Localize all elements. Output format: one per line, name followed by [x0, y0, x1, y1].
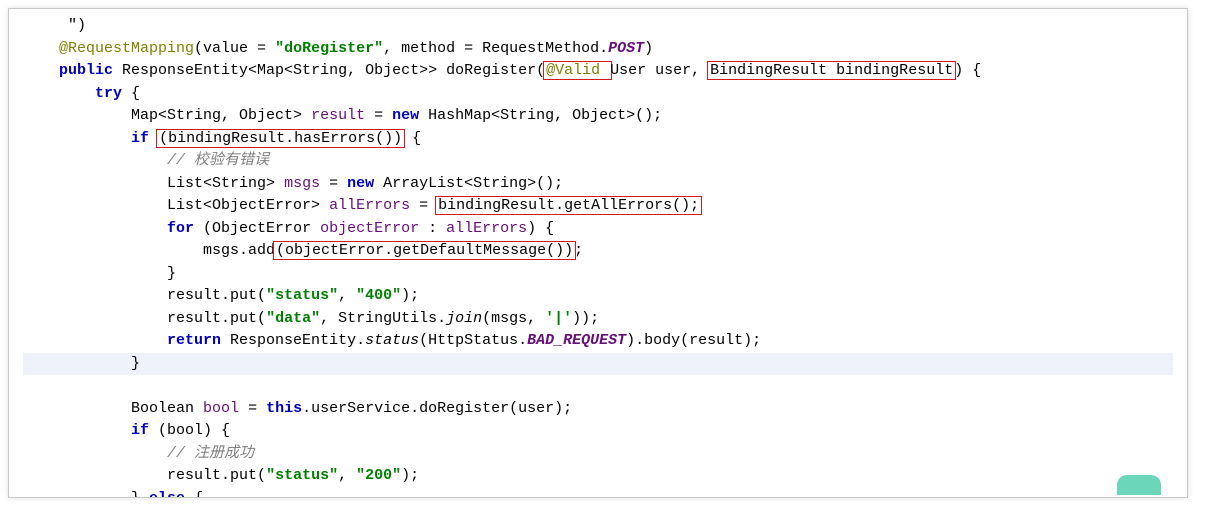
code-line: Boolean bool = this.userService.doRegist… — [23, 398, 1173, 421]
code-line: result.put("status", "200"); — [23, 465, 1173, 488]
code-line: result.put("status", "400"); — [23, 285, 1173, 308]
code-line: try { — [23, 83, 1173, 106]
code-line — [23, 375, 1173, 398]
fragment: ") — [23, 17, 86, 34]
code-line: return ResponseEntity.status(HttpStatus.… — [23, 330, 1173, 353]
highlight-box: (bindingResult.hasErrors()) — [156, 129, 405, 148]
code-line: ") — [23, 15, 1173, 38]
code-line: if (bindingResult.hasErrors()) { — [23, 128, 1173, 151]
code-line: if (bool) { — [23, 420, 1173, 443]
highlight-box: (objectError.getDefaultMessage()) — [273, 241, 576, 260]
highlight-box: BindingResult bindingResult — [707, 61, 956, 80]
code-line: } — [23, 263, 1173, 286]
code-line: public ResponseEntity<Map<String, Object… — [23, 60, 1173, 83]
code-line: } else { — [23, 488, 1173, 499]
code-line: List<String> msgs = new ArrayList<String… — [23, 173, 1173, 196]
code-line: List<ObjectError> allErrors = bindingRes… — [23, 195, 1173, 218]
annotation: @RequestMapping — [59, 40, 194, 57]
code-line: // 注册成功 — [23, 443, 1173, 466]
code-line: @RequestMapping(value = "doRegister", me… — [23, 38, 1173, 61]
comment: // 注册成功 — [167, 445, 254, 462]
chat-bubble-icon[interactable] — [1117, 475, 1161, 495]
code-line: // 校验有错误 — [23, 150, 1173, 173]
code-line: for (ObjectError objectError : allErrors… — [23, 218, 1173, 241]
code-line: msgs.add(objectError.getDefaultMessage()… — [23, 240, 1173, 263]
code-line: Map<String, Object> result = new HashMap… — [23, 105, 1173, 128]
code-line-highlighted: } — [23, 353, 1173, 376]
code-line: result.put("data", StringUtils.join(msgs… — [23, 308, 1173, 331]
code-snippet: ") @RequestMapping(value = "doRegister",… — [8, 8, 1188, 498]
highlight-box: @Valid — [543, 61, 612, 80]
highlight-box: bindingResult.getAllErrors(); — [435, 196, 702, 215]
comment: // 校验有错误 — [167, 152, 269, 169]
